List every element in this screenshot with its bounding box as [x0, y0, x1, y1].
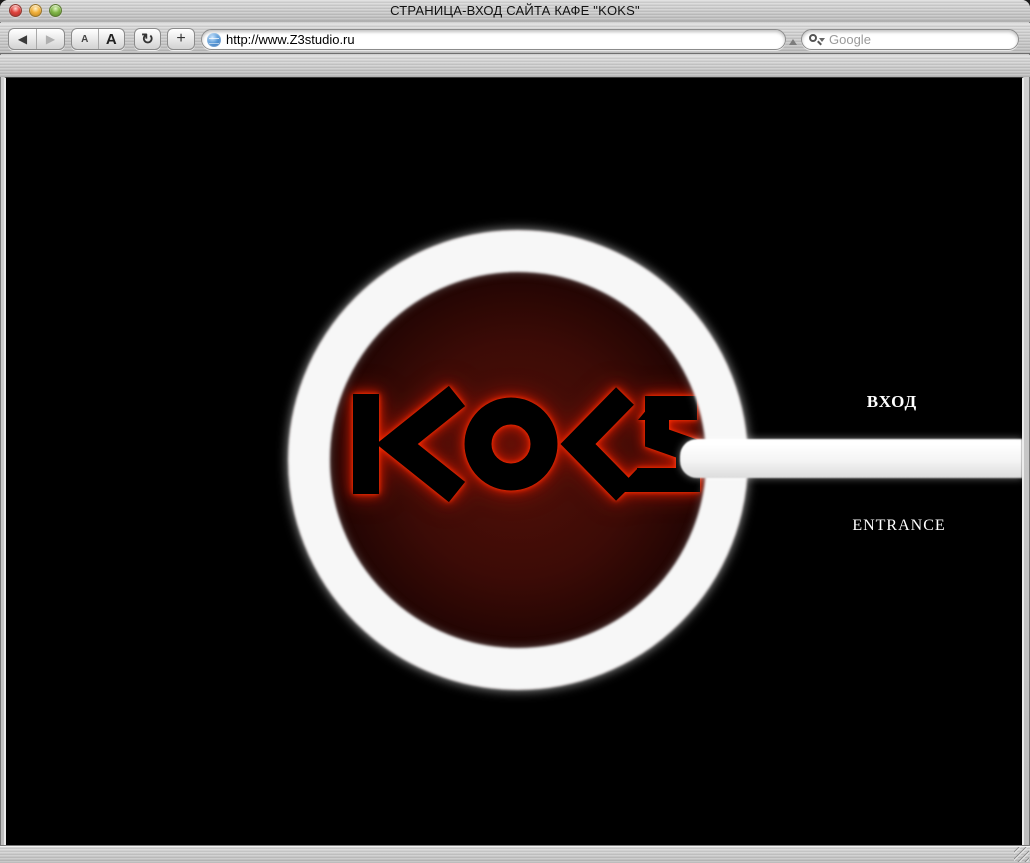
- reload-icon: ↻: [141, 30, 154, 48]
- address-bar: [201, 29, 786, 50]
- entrance-link-ru[interactable]: ВХОД: [792, 392, 992, 412]
- browser-toolbar: ◀ ▶ A A ↻ +: [0, 23, 1030, 54]
- page-content: ВХОД ENTRANCE: [4, 77, 1024, 845]
- text-smaller-button[interactable]: A: [72, 29, 98, 49]
- back-icon: ◀: [18, 32, 27, 46]
- back-button[interactable]: ◀: [9, 29, 36, 49]
- text-size-group: A A: [71, 28, 125, 50]
- chevron-down-icon: [819, 38, 825, 42]
- bookmarks-bar: [0, 55, 1030, 77]
- text-larger-button[interactable]: A: [98, 29, 125, 49]
- plus-icon: +: [176, 30, 185, 48]
- status-bar: [0, 845, 1030, 863]
- resize-grip[interactable]: [1014, 847, 1029, 862]
- text-smaller-icon: A: [81, 34, 88, 45]
- reload-button[interactable]: ↻: [134, 28, 161, 50]
- add-bookmark-button[interactable]: +: [167, 28, 195, 50]
- search-input[interactable]: [829, 32, 1010, 47]
- address-input[interactable]: [226, 32, 777, 47]
- history-nav-group: ◀ ▶: [8, 28, 65, 50]
- title-bar: СТРАНИЦА-ВХОД САЙТА КАФЕ "KOKS": [0, 0, 1030, 22]
- search-bar: [801, 29, 1019, 50]
- logo-ring: [288, 230, 748, 690]
- entrance-link-en[interactable]: ENTRANCE: [799, 517, 999, 535]
- globe-favicon-icon: [207, 33, 221, 47]
- entrance-bar: [680, 439, 1022, 478]
- window-title: СТРАНИЦА-ВХОД САЙТА КАФЕ "KOKS": [0, 3, 1030, 18]
- forward-button[interactable]: ▶: [36, 29, 64, 49]
- forward-icon: ▶: [46, 32, 55, 46]
- field-divider-caret[interactable]: [789, 39, 797, 45]
- browser-window: СТРАНИЦА-ВХОД САЙТА КАФЕ "KOKS" ◀ ▶ A A: [0, 0, 1030, 863]
- text-larger-icon: A: [106, 31, 117, 48]
- search-icon[interactable]: [809, 33, 825, 47]
